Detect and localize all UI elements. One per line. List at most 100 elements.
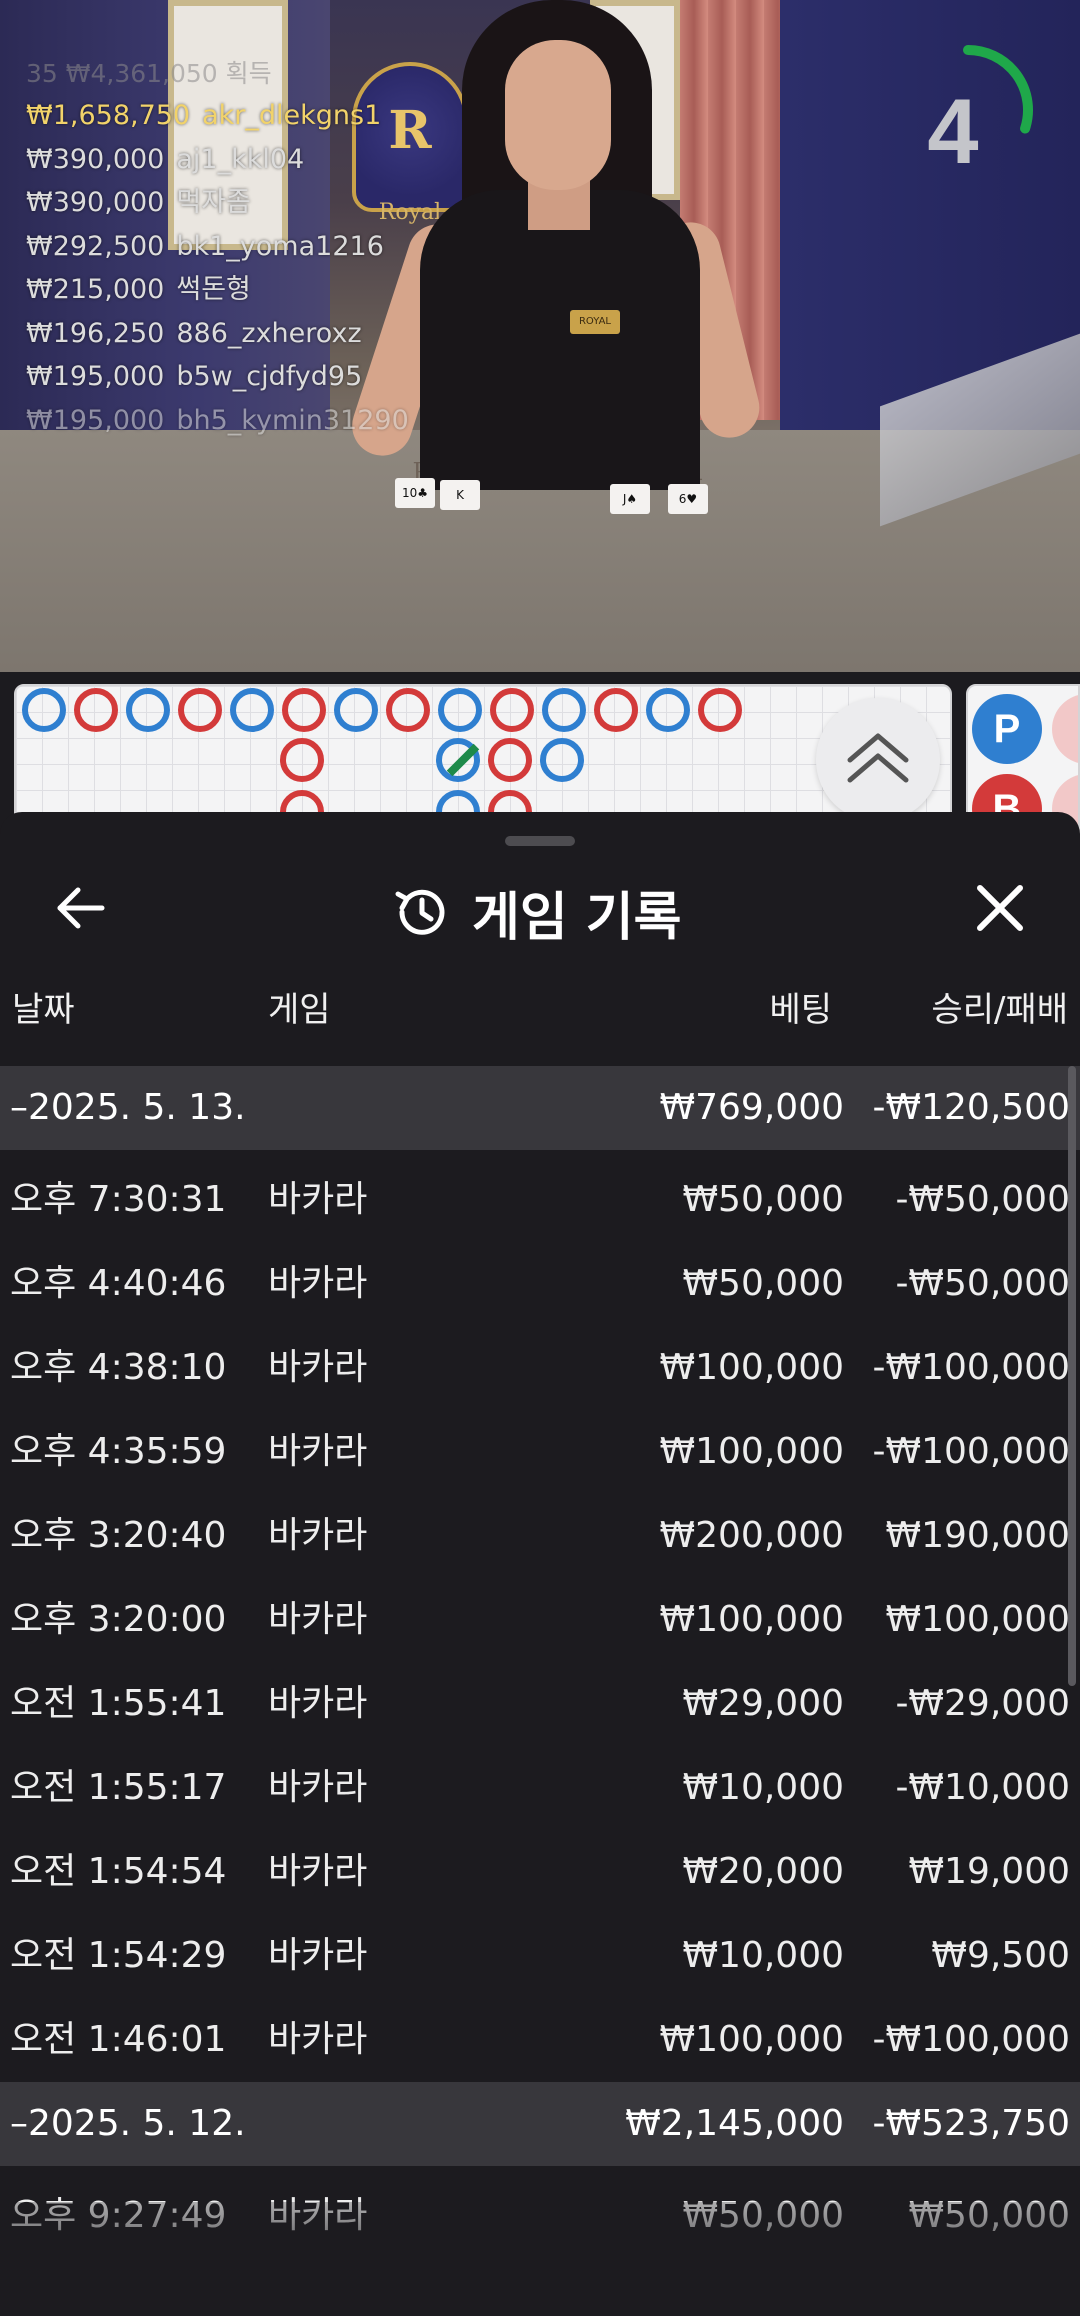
column-bet[interactable]: 베팅 [769, 982, 832, 1038]
player-prediction-button[interactable]: P [972, 694, 1042, 764]
row-game: 바카라 [268, 1599, 368, 1640]
bead-banker [594, 688, 638, 732]
row-time: 오후 3:20:00 [10, 1599, 227, 1640]
winner-amount: ₩196,250 [26, 317, 165, 349]
winner-row: ₩215,000 썩돈형 [26, 268, 409, 312]
dealer-face [505, 40, 611, 190]
list-fade [0, 2202, 1080, 2316]
arrow-left-icon [57, 887, 105, 929]
bead-banker [490, 688, 534, 732]
history-row[interactable]: 오후 3:20:40 바카라 ₩200,000 ₩190,000 [0, 1494, 1080, 1578]
bead-player [334, 688, 378, 732]
row-result: -₩50,000 [895, 1179, 1070, 1220]
history-row[interactable]: 오전 1:55:17 바카라 ₩10,000 -₩10,000 [0, 1746, 1080, 1830]
row-result: -₩100,000 [872, 1431, 1070, 1472]
bead-player [646, 688, 690, 732]
back-button[interactable] [48, 876, 112, 940]
game-history-sheet: 게임 기록 날짜 게임 베팅 승리/패배 –2025. 5. 13. ₩769,0… [0, 812, 1080, 2316]
row-result: ₩19,000 [908, 1851, 1070, 1892]
winner-amount: ₩195,000 [26, 361, 165, 392]
row-time: 오전 1:46:01 [10, 2019, 227, 2060]
row-time: 오전 1:54:29 [10, 1935, 227, 1976]
column-date[interactable]: 날짜 [12, 982, 75, 1038]
winner-amount: ₩215,000 [26, 274, 165, 305]
history-row[interactable]: 오전 1:46:01 바카라 ₩100,000 -₩100,000 [0, 1998, 1080, 2082]
winner-username: 썩돈형 [176, 274, 251, 305]
winner-username: 886_zxheroxz [176, 317, 362, 349]
winner-row: ₩196,250 886_zxheroxz [26, 312, 409, 356]
winner-row: ₩292,500 bk1_yoma1216 [26, 225, 409, 269]
countdown-timer-value: 4 [927, 81, 979, 183]
history-scrollbar[interactable] [1068, 1066, 1076, 1686]
bead-player [230, 688, 274, 732]
group-date: –2025. 5. 13. [10, 1087, 246, 1128]
winner-row: ₩1,658,750 akr_dlekgns1 [26, 94, 409, 138]
row-result: -₩10,000 [895, 1767, 1070, 1808]
column-game[interactable]: 게임 [268, 982, 331, 1038]
date-group-row[interactable]: –2025. 5. 13. ₩769,000 -₩120,500 [0, 1066, 1080, 1150]
bead-banker [74, 688, 118, 732]
prediction-button[interactable] [1052, 694, 1078, 764]
collapse-roadmap-button[interactable] [816, 698, 940, 822]
winner-row: ₩195,000 b5w_cjdfyd95 [26, 355, 409, 399]
row-bet: ₩20,000 [682, 1851, 844, 1892]
bead-player [540, 738, 584, 782]
dealer-body [420, 190, 700, 490]
group-total-result: -₩120,500 [872, 1087, 1070, 1128]
row-result: -₩100,000 [872, 2019, 1070, 2060]
sheet-title: 게임 기록 [390, 876, 681, 948]
group-total-bet: ₩769,000 [659, 1087, 844, 1128]
history-row[interactable]: 오후 4:40:46 바카라 ₩50,000 -₩50,000 [0, 1242, 1080, 1326]
winners-leaderboard: 35 ₩4,361,050 획득 ₩1,658,750 akr_dlekgns1 ₩… [26, 54, 409, 442]
history-row[interactable]: 오후 4:35:59 바카라 ₩100,000 -₩100,000 [0, 1410, 1080, 1494]
history-icon [395, 889, 445, 935]
row-time: 오후 3:20:40 [10, 1515, 227, 1556]
sheet-drag-handle[interactable] [505, 836, 575, 846]
row-bet: ₩10,000 [682, 1767, 844, 1808]
winner-amount: ₩1,658,750 [26, 100, 191, 131]
row-game: 바카라 [268, 1767, 368, 1808]
row-bet: ₩200,000 [659, 1515, 844, 1556]
winner-row: ₩390,000 먹자좀 [26, 181, 409, 225]
playing-card: K [440, 480, 480, 510]
row-bet: ₩100,000 [659, 2019, 844, 2060]
date-group-row[interactable]: –2025. 5. 12. ₩2,145,000 -₩523,750 [0, 2082, 1080, 2166]
dealer-badge: ROYAL [570, 310, 620, 334]
row-game: 바카라 [268, 1851, 368, 1892]
history-table-header: 날짜 게임 베팅 승리/패배 [0, 982, 1080, 1038]
winner-row: ₩195,000 bh5_kymin31290 [26, 399, 409, 443]
bead-player [542, 688, 586, 732]
close-button[interactable] [968, 876, 1032, 940]
column-result[interactable]: 승리/패배 [931, 982, 1068, 1038]
group-total-result: -₩523,750 [872, 2103, 1070, 2144]
winners-header: 35 ₩4,361,050 획득 [26, 59, 272, 88]
playing-card: J♠ [610, 484, 650, 514]
live-video-feed: R Royal PLAYER BANKER ROYAL 10♣ K J♠ 6♥ … [0, 0, 1080, 672]
history-row[interactable]: 오후 3:20:00 바카라 ₩100,000 ₩100,000 [0, 1578, 1080, 1662]
row-time: 오후 7:30:31 [10, 1179, 227, 1220]
history-row[interactable]: 오전 1:54:54 바카라 ₩20,000 ₩19,000 [0, 1830, 1080, 1914]
history-row[interactable]: 오전 1:55:41 바카라 ₩29,000 -₩29,000 [0, 1662, 1080, 1746]
bead-banker [488, 738, 532, 782]
row-time: 오후 4:35:59 [10, 1431, 227, 1472]
row-bet: ₩100,000 [659, 1347, 844, 1388]
winner-amount: ₩390,000 [26, 143, 165, 175]
history-row[interactable]: 오전 1:54:29 바카라 ₩10,000 ₩9,500 [0, 1914, 1080, 1998]
row-time: 오전 1:55:17 [10, 1767, 227, 1808]
sheet-title-text: 게임 기록 [472, 887, 682, 948]
row-bet: ₩100,000 [659, 1599, 844, 1640]
row-result: ₩100,000 [885, 1599, 1070, 1640]
winner-row: ₩390,000 aj1_kkl04 [26, 138, 409, 182]
playing-card: 10♣ [395, 478, 435, 508]
close-icon [977, 885, 1023, 931]
group-total-bet: ₩2,145,000 [625, 2103, 844, 2144]
history-row[interactable]: 오후 4:38:10 바카라 ₩100,000 -₩100,000 [0, 1326, 1080, 1410]
row-time: 오후 4:40:46 [10, 1263, 227, 1304]
bead-banker [698, 688, 742, 732]
row-bet: ₩100,000 [659, 1431, 844, 1472]
row-game: 바카라 [268, 1347, 368, 1388]
row-game: 바카라 [268, 1515, 368, 1556]
winner-username: akr_dlekgns1 [202, 100, 382, 131]
row-result: ₩190,000 [885, 1515, 1070, 1556]
history-row[interactable]: 오후 7:30:31 바카라 ₩50,000 -₩50,000 [0, 1158, 1080, 1242]
